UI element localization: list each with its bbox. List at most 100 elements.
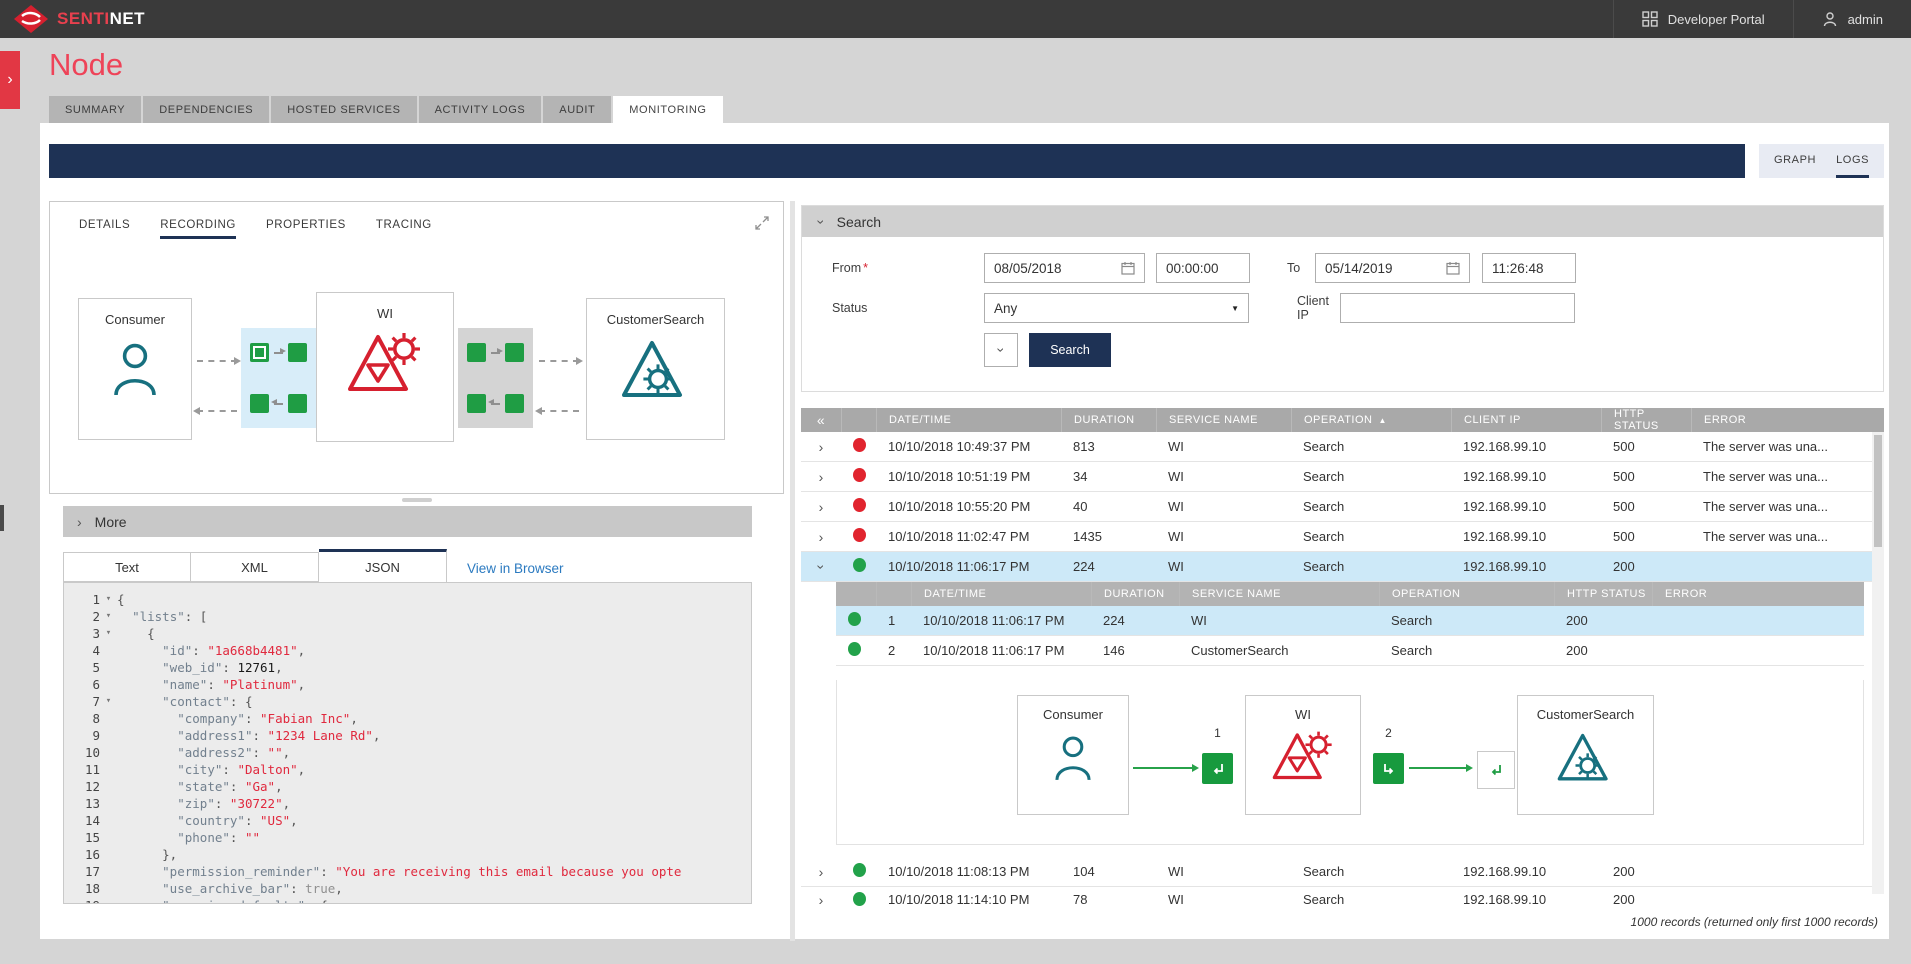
diagram-node-wi[interactable]: WI [316,292,454,442]
client-ip-input[interactable] [1340,293,1575,323]
tab-activity-logs[interactable]: ACTIVITY LOGS [419,96,542,123]
expand-row-icon[interactable]: › [819,892,824,907]
diagram-node-consumer[interactable]: Consumer [78,298,192,440]
log-row[interactable]: ›10/10/2018 10:55:20 PM40WISearch192.168… [801,492,1884,522]
diagram-node-consumer[interactable]: Consumer [1017,695,1129,815]
cell: 10/10/2018 11:02:47 PM [876,529,1061,544]
line-number: 1 [64,591,100,608]
col-duration[interactable]: DURATION [1061,408,1156,432]
message-square-selected[interactable] [250,343,269,362]
col-operation[interactable]: OPERATION▲ [1291,408,1451,432]
collapse-row-icon[interactable]: › [813,564,829,569]
line-number: 11 [64,761,100,778]
status-select[interactable]: Any ▼ [984,293,1249,323]
log-row[interactable]: ›10/10/2018 10:51:19 PM34WISearch192.168… [801,462,1884,492]
tab-xml[interactable]: XML [191,552,319,582]
expand-row-icon[interactable]: › [819,499,824,515]
search-expander[interactable]: › Search [802,206,1883,237]
table-scrollbar[interactable] [1872,432,1884,894]
col-error[interactable]: ERROR [1652,582,1864,606]
search-options-dropdown[interactable]: › [984,333,1018,367]
diagram-node-customersearch[interactable]: CustomerSearch [586,298,725,440]
code-area[interactable]: 1▾{2▾ "lists": [3▾ {4 "id": "1a668b4481"… [63,582,752,904]
more-expander[interactable]: › More [63,506,752,537]
col-service-name[interactable]: SERVICE NAME [1156,408,1291,432]
user-menu[interactable]: admin [1793,0,1911,38]
log-row[interactable]: ›10/10/2018 11:14:10 PM78WISearch192.168… [801,887,1884,907]
tab-audit[interactable]: AUDIT [543,96,611,123]
calendar-icon[interactable] [1121,261,1135,275]
sentinet-logo[interactable]: SENTINET [0,5,145,33]
message-step-icon-outlined[interactable] [1477,751,1515,789]
username-label: admin [1848,12,1883,27]
calendar-icon[interactable] [1446,261,1460,275]
detail-row[interactable]: 210/10/2018 11:06:17 PM146CustomerSearch… [836,636,1864,666]
expand-row-icon[interactable]: › [819,469,824,485]
col-client-ip[interactable]: CLIENT IP [1451,408,1601,432]
diagram-node-wi[interactable]: WI [1245,695,1361,815]
message-square[interactable] [505,343,524,362]
tab-dependencies[interactable]: DEPENDENCIES [143,96,269,123]
fold-caret-icon[interactable]: ▾ [100,591,117,608]
tab-summary[interactable]: SUMMARY [49,96,141,123]
log-row[interactable]: ›10/10/2018 11:06:17 PM224WISearch192.16… [801,552,1884,582]
splitter-edge-marker[interactable] [0,505,4,531]
scrollbar-thumb[interactable] [1874,435,1882,547]
message-square[interactable] [288,343,307,362]
message-square[interactable] [467,343,486,362]
col-http-status[interactable]: HTTP STATUS [1601,408,1691,432]
diagram-node-customersearch[interactable]: CustomerSearch [1517,695,1654,815]
line-number: 17 [64,863,100,880]
log-row[interactable]: ›10/10/2018 10:49:37 PM813WISearch192.16… [801,432,1884,462]
toggle-graph[interactable]: GRAPH [1774,144,1816,178]
tab-monitoring[interactable]: MONITORING [613,96,722,123]
expand-row-icon[interactable]: › [819,529,824,545]
tab-recording[interactable]: RECORDING [160,219,236,239]
tab-details[interactable]: DETAILS [79,219,130,239]
message-step-icon[interactable] [1373,753,1404,784]
developer-portal-link[interactable]: Developer Portal [1613,0,1793,38]
message-square[interactable] [505,394,524,413]
from-time-field[interactable]: 00:00:00 [1156,253,1250,283]
toggle-logs[interactable]: LOGS [1836,144,1869,178]
tab-hosted-services[interactable]: HOSTED SERVICES [271,96,416,123]
fold-caret-icon[interactable]: ▾ [100,625,117,642]
cell: WI [1156,439,1291,454]
status-column-header[interactable] [841,408,876,432]
column-splitter[interactable] [790,201,795,941]
col-duration[interactable]: DURATION [1091,582,1179,606]
tab-text[interactable]: Text [63,552,191,582]
cell: WI [1156,892,1291,907]
panel-resize-grip[interactable] [402,498,432,502]
col-datetime[interactable]: DATE/TIME [876,408,1061,432]
search-button[interactable]: Search [1029,333,1111,367]
log-row[interactable]: ›10/10/2018 11:02:47 PM1435WISearch192.1… [801,522,1884,552]
logs-table-header: « DATE/TIME DURATION SERVICE NAME OPERAT… [801,408,1884,432]
fold-caret-icon[interactable]: ▾ [100,608,117,625]
sidebar-expand-tab[interactable]: › [0,51,20,109]
message-square[interactable] [288,394,307,413]
timeline-bar[interactable] [49,144,1745,178]
col-service-name[interactable]: SERVICE NAME [1179,582,1379,606]
expand-row-icon[interactable]: › [819,864,824,880]
col-datetime[interactable]: DATE/TIME [911,582,1091,606]
message-step-icon[interactable] [1202,753,1233,784]
tab-properties[interactable]: PROPERTIES [266,219,346,239]
col-operation[interactable]: OPERATION [1379,582,1554,606]
detail-row[interactable]: 110/10/2018 11:06:17 PM224WISearch200 [836,606,1864,636]
view-in-browser-link[interactable]: View in Browser [467,561,564,576]
expand-row-icon[interactable]: › [819,439,824,455]
message-square[interactable] [467,394,486,413]
maximize-panel-icon[interactable] [754,215,770,231]
tab-tracing[interactable]: TRACING [376,219,432,239]
col-error[interactable]: ERROR [1691,408,1884,432]
log-row[interactable]: ›10/10/2018 11:08:13 PM104WISearch192.16… [801,857,1884,887]
to-time-field[interactable]: 11:26:48 [1482,253,1576,283]
fold-caret-icon[interactable]: ▾ [100,693,117,710]
tab-json[interactable]: JSON [319,549,447,582]
from-date-field[interactable]: 08/05/2018 [984,253,1145,283]
message-square[interactable] [250,394,269,413]
col-http-status[interactable]: HTTP STATUS [1554,582,1652,606]
collapse-all-icon[interactable]: « [801,408,841,432]
to-date-field[interactable]: 05/14/2019 [1315,253,1470,283]
